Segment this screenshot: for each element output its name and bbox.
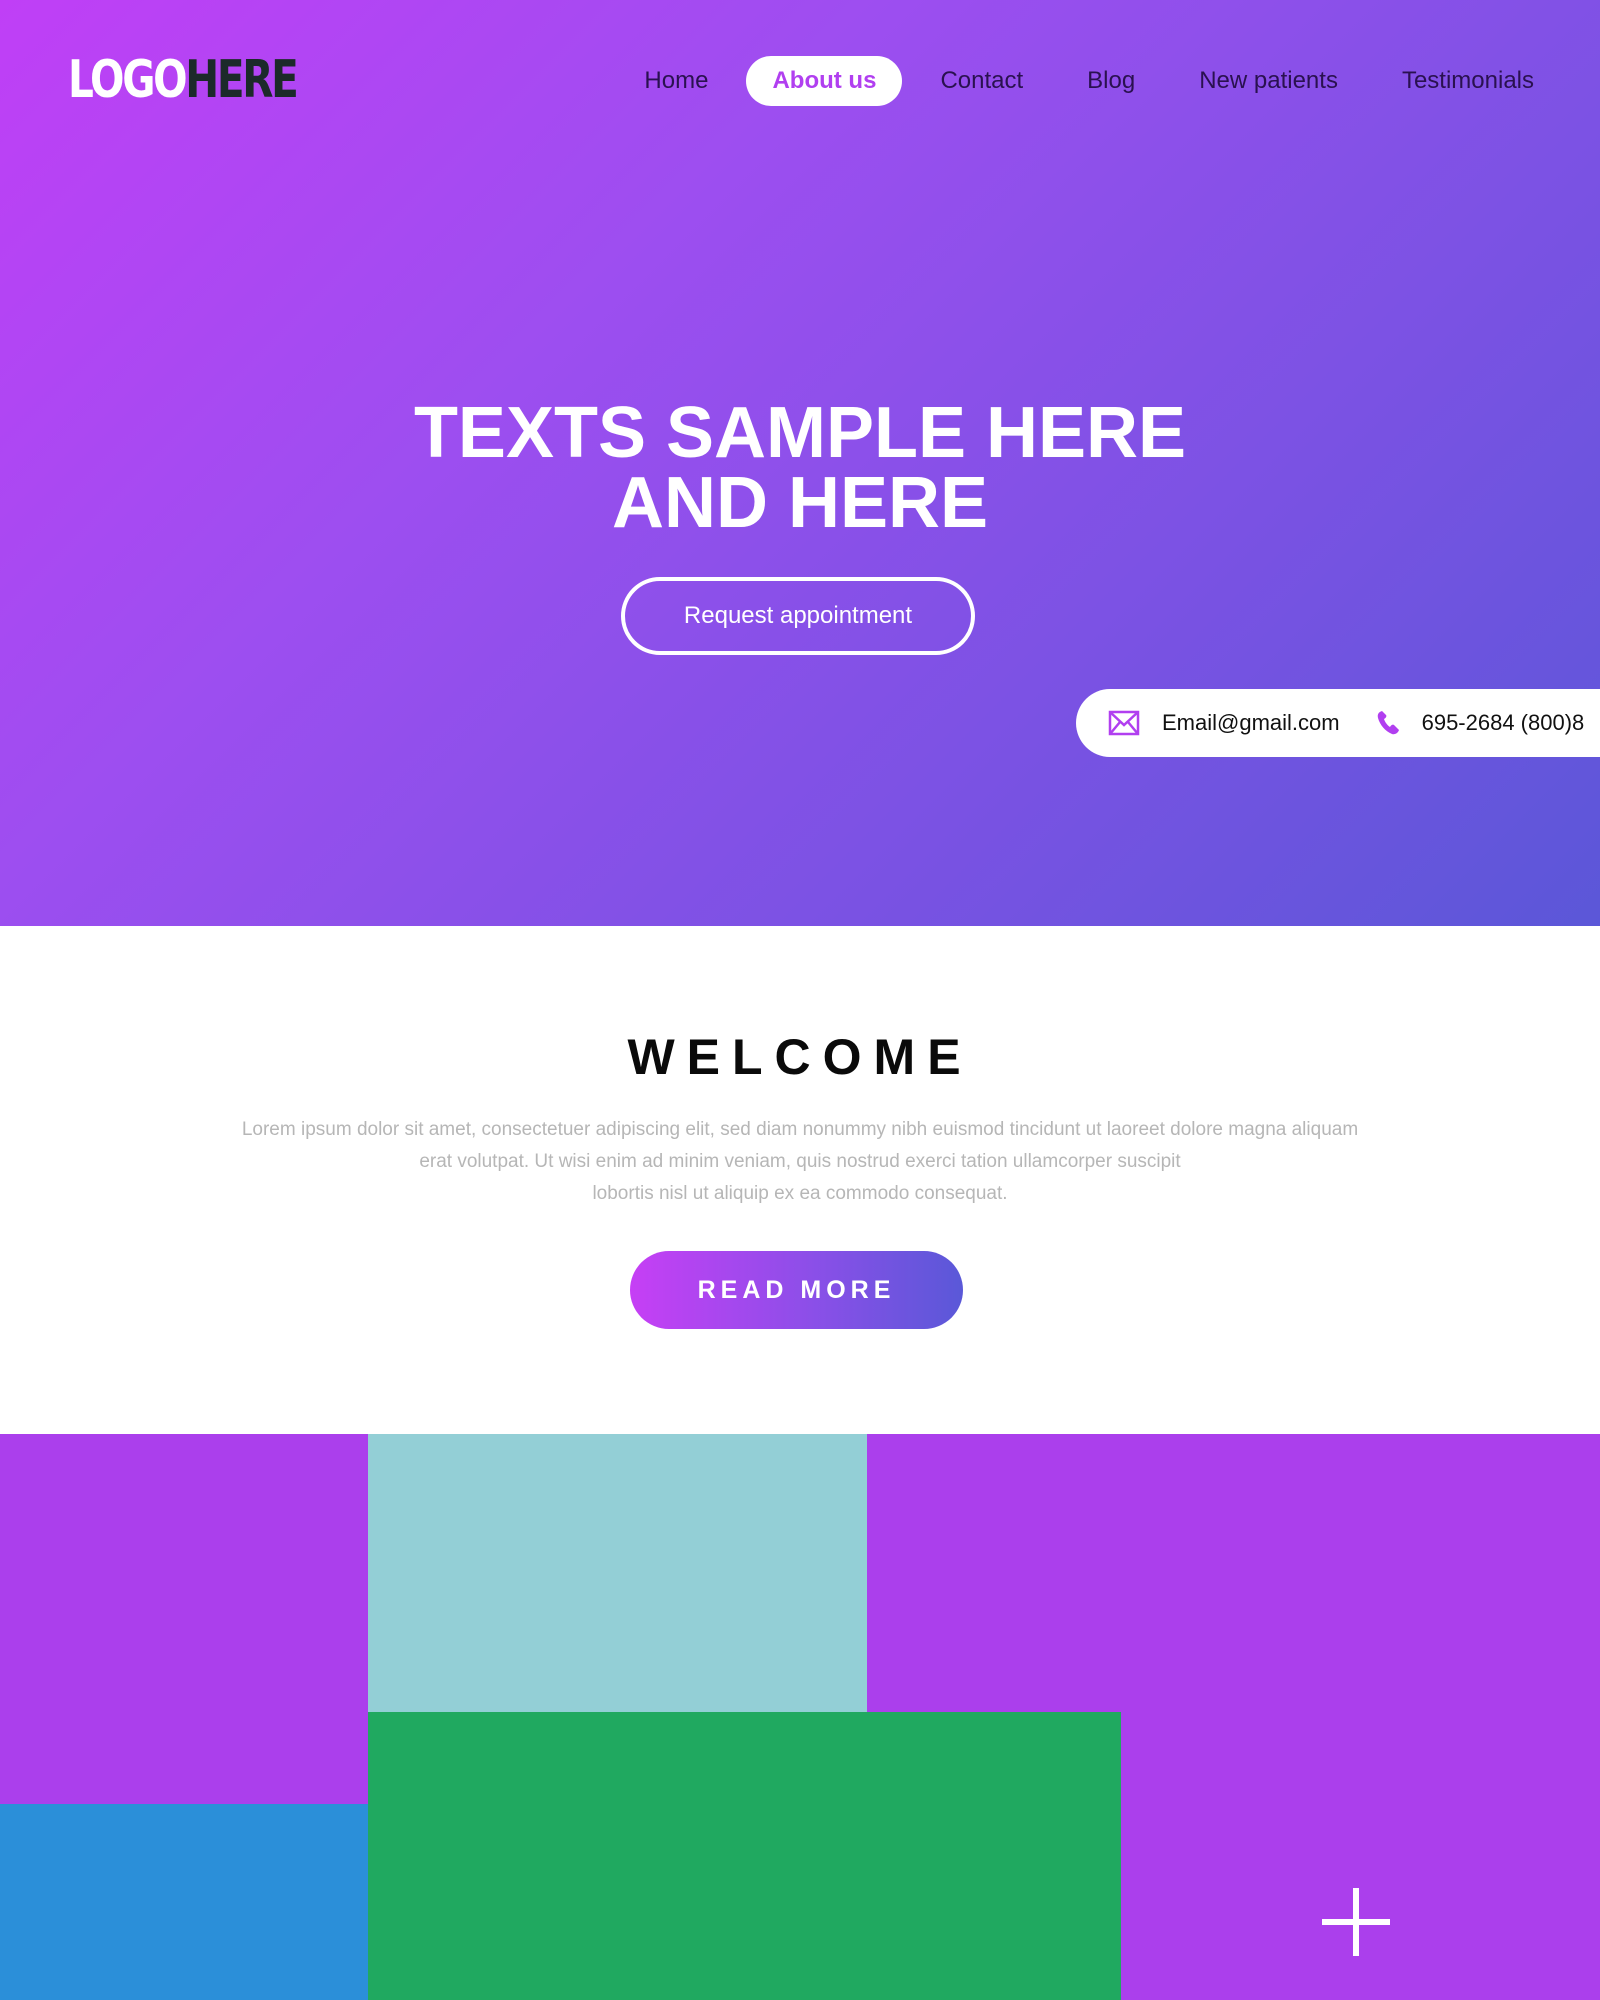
welcome-body-line-2: erat volutpat. Ut wisi enim ad minim ven…	[419, 1151, 1181, 1172]
logo[interactable]: LOGOHERE	[68, 50, 299, 110]
nav-item-blog[interactable]: Blog	[1061, 56, 1161, 106]
nav-item-new-patients[interactable]: New patients	[1173, 56, 1364, 106]
welcome-body-line-3: lobortis nisl ut aliquip ex ea commodo c…	[592, 1183, 1008, 1204]
envelope-icon	[1108, 710, 1140, 736]
nav-item-contact[interactable]: Contact	[914, 56, 1049, 106]
welcome-title: WELCOME	[627, 1029, 973, 1085]
read-more-button[interactable]: READ MORE	[630, 1251, 963, 1329]
plus-icon[interactable]	[1322, 1888, 1390, 1956]
hero-title-line-2: AND HERE	[611, 463, 989, 543]
phone-icon	[1376, 710, 1400, 736]
nav-item-about-us[interactable]: About us	[746, 56, 903, 106]
hero-section: LOGOHERE Home About us Contact Blog New …	[0, 0, 1600, 926]
contact-bar: Email@gmail.com 695-2684 (800)8	[1076, 689, 1600, 757]
nav-item-home[interactable]: Home	[618, 56, 734, 106]
green-block	[368, 1712, 1121, 2000]
hero-title-line-1: TEXTS SAMPLE HERE	[413, 393, 1187, 473]
logo-text-light: LOGO	[68, 50, 188, 110]
contact-phone[interactable]: 695-2684 (800)8	[1422, 710, 1585, 736]
nav-item-testimonials[interactable]: Testimonials	[1376, 56, 1560, 106]
teal-block	[368, 1434, 867, 1712]
welcome-body-line-1: Lorem ipsum dolor sit amet, consectetuer…	[241, 1119, 1359, 1140]
request-appointment-button[interactable]: Request appointment	[621, 577, 975, 655]
blue-block	[0, 1804, 368, 2000]
logo-text-dark: HERE	[185, 50, 299, 110]
main-nav: Home About us Contact Blog New patients …	[606, 56, 1560, 106]
welcome-body: Lorem ipsum dolor sit amet, consectetuer…	[180, 1114, 1420, 1210]
contact-email[interactable]: Email@gmail.com	[1162, 710, 1340, 736]
hero-title: TEXTS SAMPLE HERE AND HERE	[0, 393, 1600, 543]
